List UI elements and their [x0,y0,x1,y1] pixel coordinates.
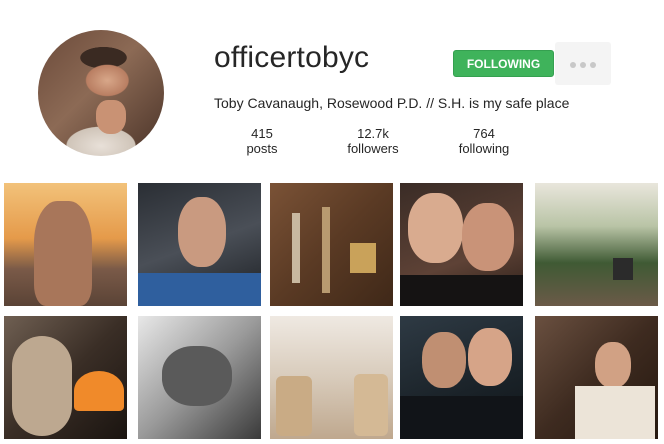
post-figure [400,275,523,306]
more-options-button[interactable] [555,42,611,85]
ellipsis-icon [570,62,576,68]
profile-bio: Toby Cavanaugh, Rosewood P.D. // S.H. is… [214,95,570,111]
post-thumbnail[interactable] [400,183,523,306]
post-figure [12,336,72,436]
post-thumbnail[interactable] [270,316,393,439]
post-thumbnail[interactable] [138,316,261,439]
stat-value: 12.7k [357,126,389,141]
post-thumbnail[interactable] [138,183,261,306]
post-figure [468,328,512,386]
ellipsis-icon [580,62,586,68]
post-figure [322,207,330,293]
post-figure [408,193,463,263]
post-figure [595,342,631,388]
post-thumbnail[interactable] [4,316,127,439]
post-figure [400,396,523,439]
ellipsis-icon [590,62,596,68]
post-figure [276,376,312,436]
post-figure [178,197,226,267]
stat-value: 764 [473,126,495,141]
post-figure [575,386,655,439]
post-thumbnail[interactable] [270,183,393,306]
post-figure [162,346,232,406]
post-figure [462,203,514,271]
post-figure [613,258,633,280]
stat-followers[interactable]: 12.7k followers [333,126,413,156]
post-thumbnail[interactable] [535,316,658,439]
post-figure [74,371,124,411]
avatar-hand-shape [96,100,126,134]
post-thumbnail[interactable] [4,183,127,306]
post-figure [34,201,92,306]
stat-value: 415 [251,126,273,141]
stat-label: posts [246,141,278,156]
stat-label: followers [347,141,399,156]
post-thumbnail[interactable] [400,316,523,439]
following-button[interactable]: FOLLOWING [453,50,554,77]
stat-following[interactable]: 764 following [444,126,524,156]
post-figure [422,332,466,388]
profile-avatar[interactable] [38,30,164,156]
post-figure [292,213,300,283]
stat-label: following [458,141,510,156]
post-figure [350,243,376,273]
post-thumbnail[interactable] [535,183,658,306]
profile-username: officertobyc [214,41,370,74]
stat-posts[interactable]: 415 posts [222,126,302,156]
post-figure [354,374,388,436]
post-figure [138,273,261,306]
